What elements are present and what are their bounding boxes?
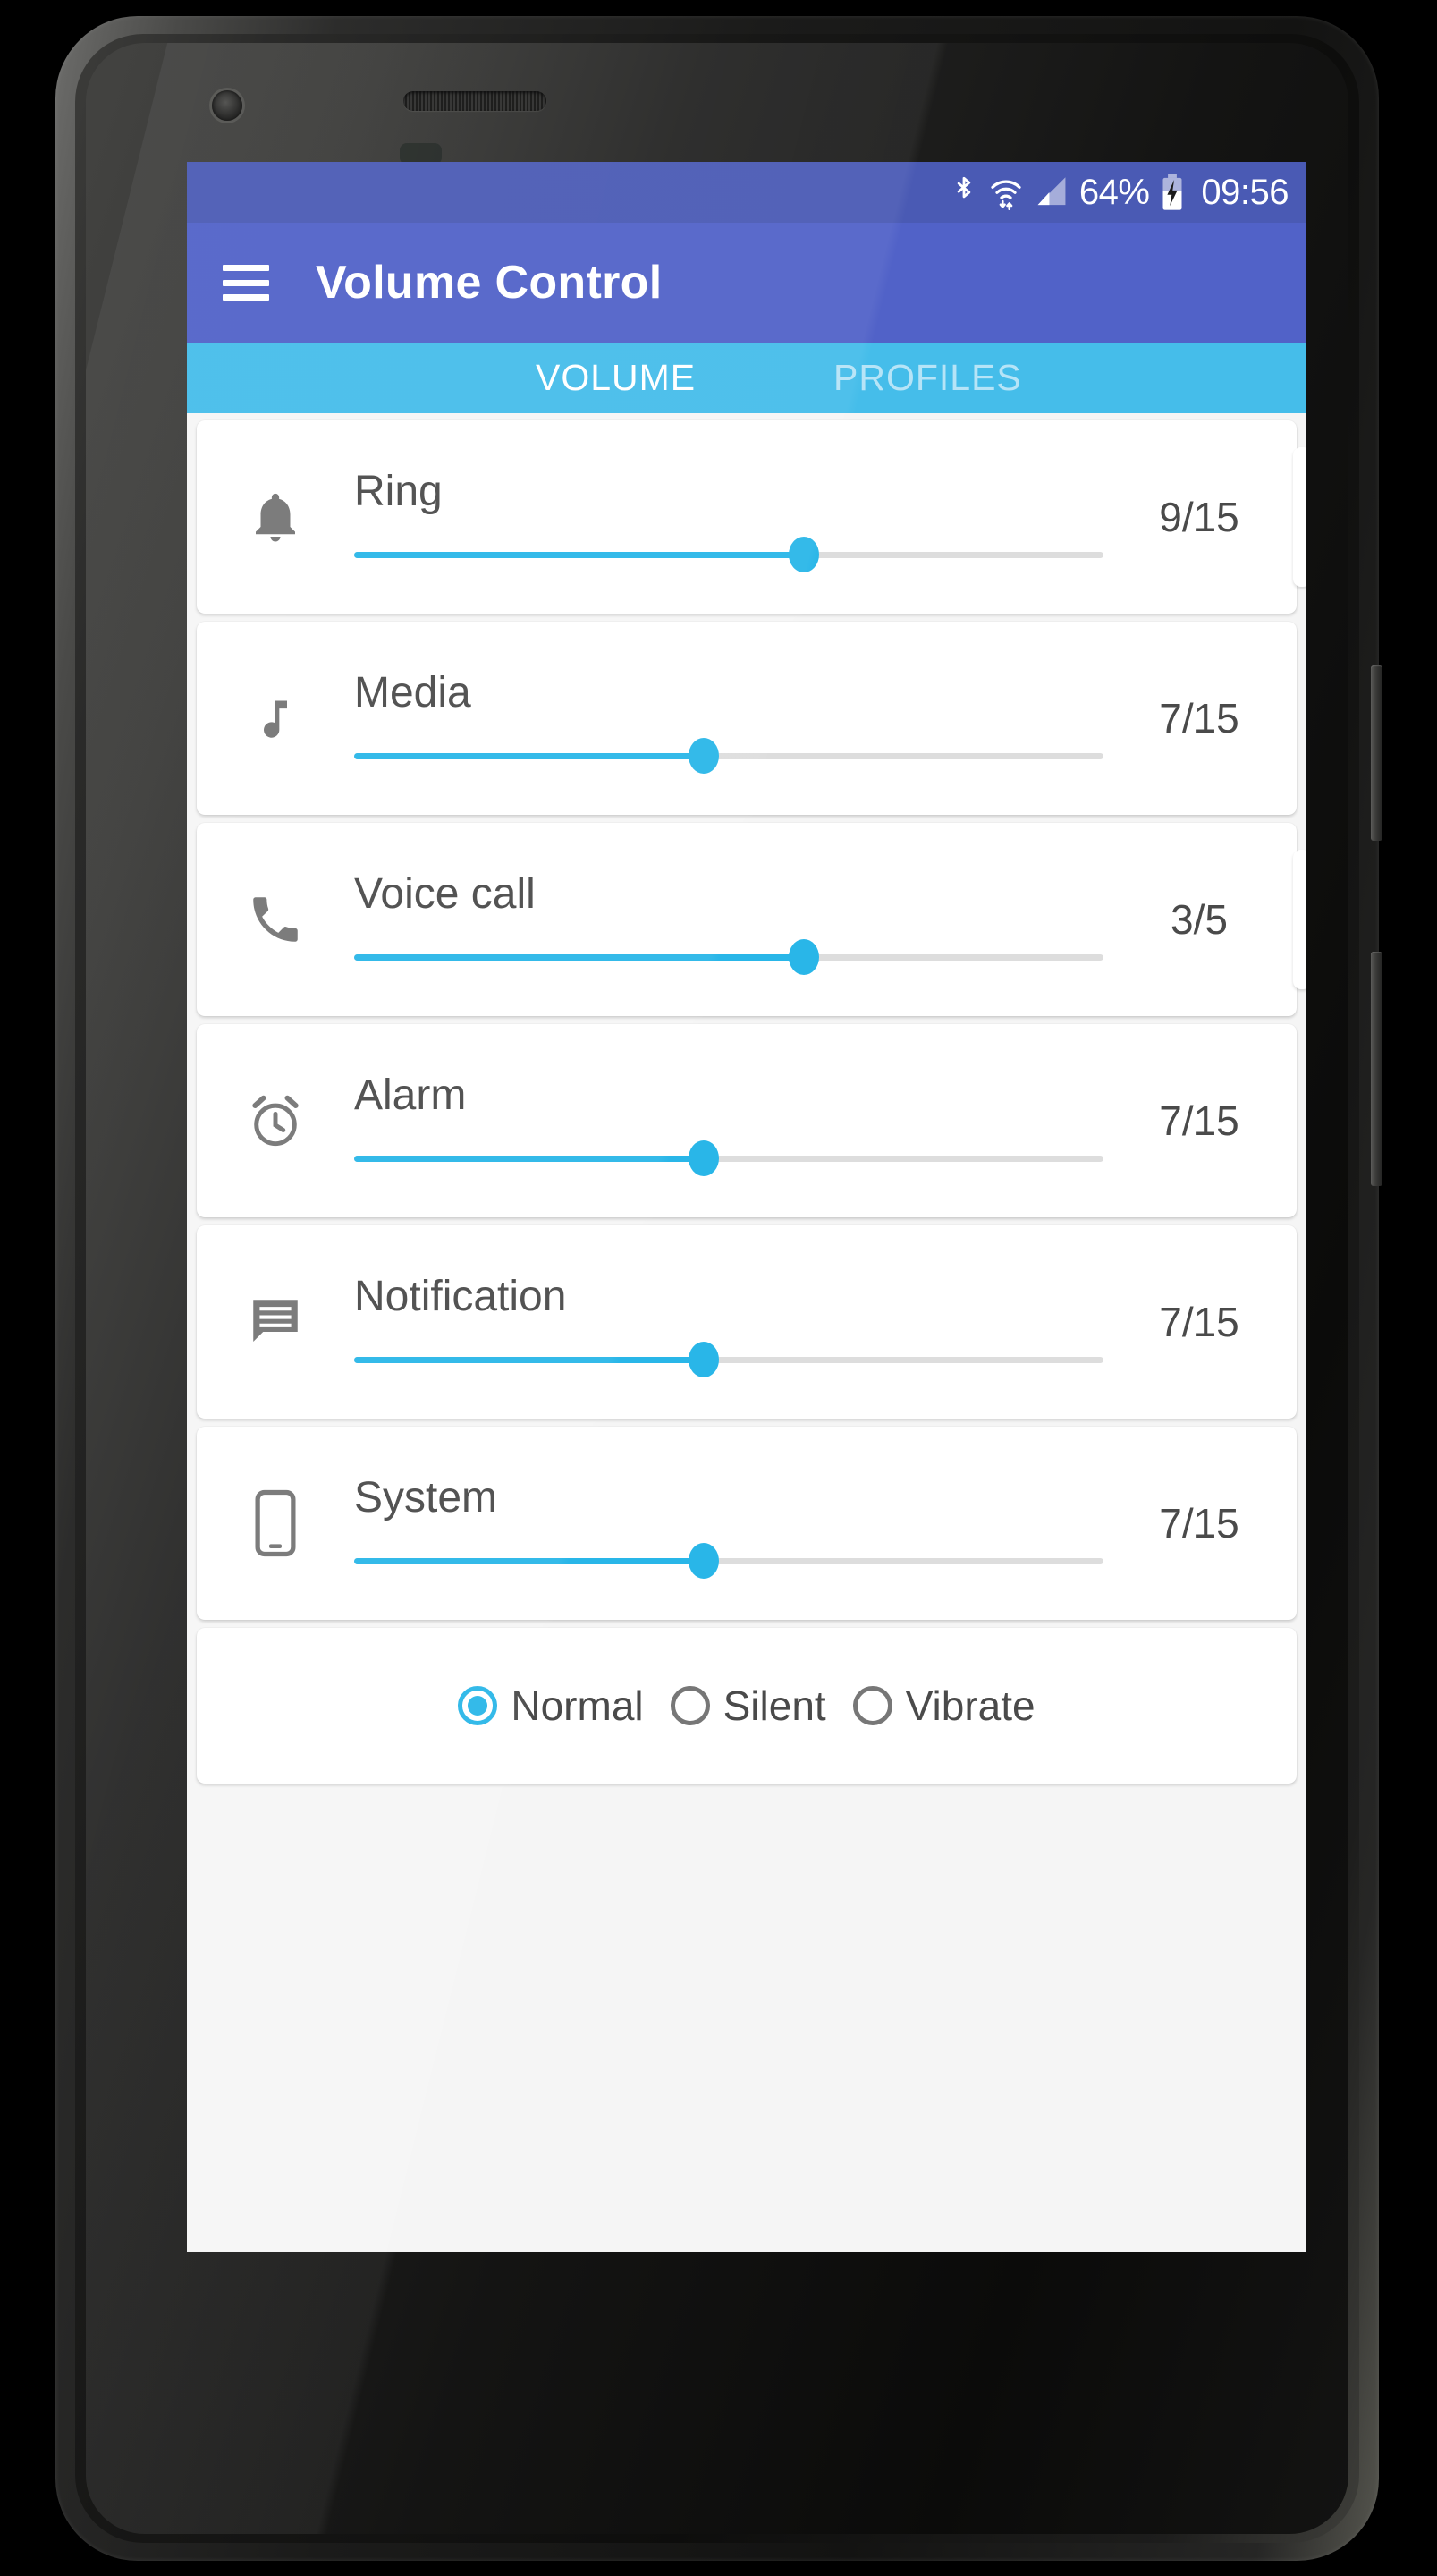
volume-row-body: System bbox=[354, 1427, 1121, 1620]
slider-thumb[interactable] bbox=[689, 1342, 720, 1377]
volume-row-value: 9/15 bbox=[1159, 494, 1239, 540]
volume-row-label: Notification bbox=[354, 1273, 567, 1320]
volume-row-label: Media bbox=[354, 669, 471, 716]
cellular-signal-icon bbox=[1035, 174, 1068, 210]
volume-row-label: Ring bbox=[354, 468, 443, 515]
slider-thumb[interactable] bbox=[689, 1543, 720, 1579]
volume-row-ring[interactable]: Ring 9/15 bbox=[197, 420, 1306, 614]
radio-label-silent: Silent bbox=[723, 1682, 826, 1729]
bell-icon bbox=[197, 485, 354, 549]
volume-row-label: Alarm bbox=[354, 1072, 467, 1119]
card-edge-peek bbox=[1293, 850, 1306, 989]
app-bar: Volume Control bbox=[187, 223, 1306, 343]
volume-slider-ring[interactable] bbox=[354, 531, 1103, 578]
slider-thumb[interactable] bbox=[788, 939, 819, 975]
volume-row-body: Ring bbox=[354, 420, 1121, 614]
phone-glass-panel: 64% 09:56 Volume Control VOLUME PROFILES… bbox=[86, 43, 1348, 2534]
radio-circle-normal bbox=[458, 1686, 498, 1725]
page-title: Volume Control bbox=[316, 257, 663, 309]
radio-circle-vibrate bbox=[852, 1686, 892, 1725]
hamburger-menu-icon[interactable] bbox=[223, 265, 269, 301]
volume-row-body: Media bbox=[354, 622, 1121, 815]
tab-volume[interactable]: VOLUME bbox=[536, 357, 696, 399]
volume-slider-notification[interactable] bbox=[354, 1336, 1103, 1383]
chat-bubble-icon bbox=[197, 1292, 354, 1352]
status-bar: 64% 09:56 bbox=[187, 162, 1306, 223]
smartphone-icon bbox=[197, 1489, 354, 1557]
volume-row-body: Alarm bbox=[354, 1024, 1121, 1217]
radio-label-normal: Normal bbox=[511, 1682, 644, 1729]
slider-fill bbox=[354, 954, 804, 961]
volume-row-system[interactable]: System 7/15 bbox=[197, 1427, 1297, 1620]
slider-fill bbox=[354, 1156, 705, 1162]
volume-row-body: Notification bbox=[354, 1225, 1121, 1419]
radio-circle-silent bbox=[670, 1686, 710, 1725]
bluetooth-icon bbox=[951, 174, 976, 210]
alarm-clock-icon bbox=[197, 1088, 354, 1154]
volume-row-alarm[interactable]: Alarm 7/15 bbox=[197, 1024, 1297, 1217]
radio-option-silent[interactable]: Silent bbox=[670, 1682, 826, 1730]
volume-row-media[interactable]: Media 7/15 bbox=[197, 622, 1297, 815]
power-button[interactable] bbox=[1371, 952, 1382, 1186]
earpiece-speaker-icon bbox=[403, 91, 546, 111]
volume-row-value: 7/15 bbox=[1159, 1500, 1239, 1546]
front-camera-icon bbox=[212, 90, 242, 121]
volume-slider-alarm[interactable] bbox=[354, 1135, 1103, 1182]
tab-bar: VOLUME PROFILES bbox=[187, 343, 1306, 413]
phone-screen: 64% 09:56 Volume Control VOLUME PROFILES… bbox=[187, 162, 1306, 2252]
volume-rocker-button[interactable] bbox=[1371, 665, 1382, 841]
wifi-icon bbox=[988, 174, 1024, 210]
slider-thumb[interactable] bbox=[689, 738, 720, 774]
tab-profiles[interactable]: PROFILES bbox=[833, 357, 1022, 399]
slider-fill bbox=[354, 1357, 705, 1363]
volume-list: Ring 9/15 Media 7/15 Voice call 3/5 Alar… bbox=[187, 413, 1306, 2252]
volume-row-value: 7/15 bbox=[1159, 695, 1239, 741]
radio-option-normal[interactable]: Normal bbox=[458, 1682, 644, 1730]
phone-icon bbox=[197, 887, 354, 952]
radio-option-vibrate[interactable]: Vibrate bbox=[852, 1682, 1035, 1730]
volume-slider-media[interactable] bbox=[354, 733, 1103, 779]
phone-device-frame: 64% 09:56 Volume Control VOLUME PROFILES… bbox=[55, 16, 1382, 2561]
volume-row-value: 7/15 bbox=[1159, 1299, 1239, 1345]
music-note-icon bbox=[197, 686, 354, 750]
slider-fill bbox=[354, 552, 804, 558]
radio-label-vibrate: Vibrate bbox=[905, 1682, 1035, 1729]
volume-slider-voice-call[interactable] bbox=[354, 934, 1103, 980]
status-bar-icons: 64% 09:56 bbox=[951, 174, 1289, 211]
volume-slider-system[interactable] bbox=[354, 1538, 1103, 1584]
volume-row-value: 7/15 bbox=[1159, 1097, 1239, 1144]
volume-row-voice-call[interactable]: Voice call 3/5 bbox=[197, 823, 1306, 1016]
volume-row-notification[interactable]: Notification 7/15 bbox=[197, 1225, 1297, 1419]
profile-mode-card: Normal Silent Vibrate bbox=[197, 1628, 1297, 1784]
volume-row-body: Voice call bbox=[354, 823, 1121, 1016]
volume-row-label: System bbox=[354, 1474, 498, 1521]
slider-thumb[interactable] bbox=[689, 1140, 720, 1176]
volume-row-label: Voice call bbox=[354, 870, 536, 918]
volume-row-value: 3/5 bbox=[1171, 896, 1228, 943]
slider-thumb[interactable] bbox=[788, 537, 819, 572]
battery-percent-label: 64% bbox=[1078, 173, 1150, 212]
slider-fill bbox=[354, 1558, 705, 1564]
status-clock-label: 09:56 bbox=[1201, 173, 1289, 212]
battery-charging-icon bbox=[1161, 174, 1184, 211]
slider-fill bbox=[354, 753, 705, 759]
card-edge-peek bbox=[1293, 447, 1306, 587]
